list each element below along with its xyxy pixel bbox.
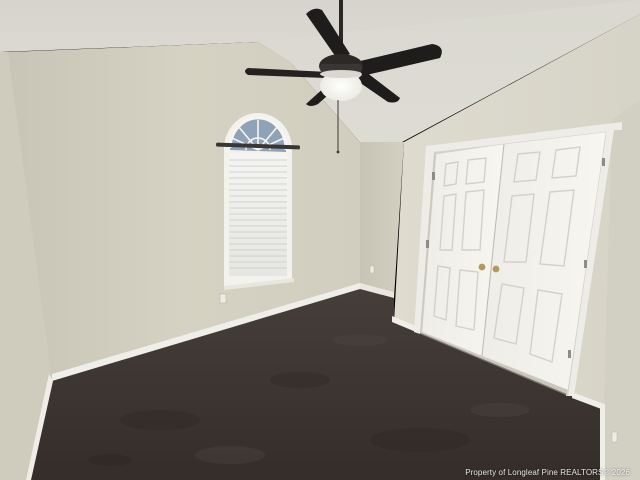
hinge bbox=[432, 172, 435, 180]
photo-watermark: Property of Longleaf Pine REALTORS® 2026 bbox=[465, 468, 630, 477]
room-photo: Property of Longleaf Pine REALTORS® 2026 bbox=[0, 0, 640, 480]
arched-window-icon bbox=[216, 112, 300, 290]
wall-outlet-far bbox=[369, 265, 375, 274]
hinge bbox=[584, 260, 587, 268]
hinge bbox=[426, 240, 429, 248]
hinge bbox=[568, 350, 571, 358]
room-illustration bbox=[0, 0, 640, 480]
wall-outlet bbox=[219, 293, 227, 304]
door-knob-right[interactable] bbox=[492, 265, 500, 273]
wall-outlet-right bbox=[611, 431, 618, 443]
hinge bbox=[602, 158, 605, 166]
door-knob-left[interactable] bbox=[478, 263, 486, 271]
